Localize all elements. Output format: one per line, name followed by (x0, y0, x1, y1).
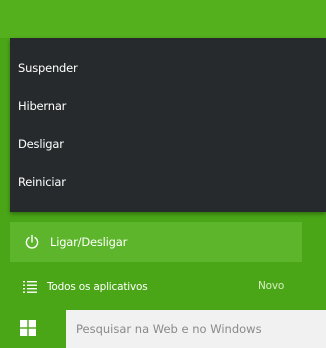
list-icon (22, 279, 38, 295)
power-button[interactable]: Ligar/Desligar (10, 222, 302, 262)
menu-item-label: Reiniciar (18, 175, 66, 189)
power-options-menu: Suspender Hibernar Desligar Reiniciar (10, 38, 326, 212)
power-button-label: Ligar/Desligar (50, 235, 128, 249)
start-menu-top-area (0, 0, 326, 38)
menu-item-label: Hibernar (18, 99, 67, 113)
all-apps-label: Todos os aplicativos (47, 281, 148, 293)
menu-item-reiniciar[interactable]: Reiniciar (10, 164, 326, 200)
windows-logo-icon (20, 320, 36, 340)
power-icon (24, 234, 40, 250)
menu-item-suspender[interactable]: Suspender (10, 50, 326, 86)
search-box[interactable] (66, 310, 326, 348)
menu-item-desligar[interactable]: Desligar (10, 126, 326, 162)
start-button[interactable] (20, 320, 36, 336)
all-apps-button[interactable]: Todos os aplicativos Novo (10, 272, 302, 302)
menu-item-hibernar[interactable]: Hibernar (10, 88, 326, 124)
search-input[interactable] (76, 322, 326, 336)
menu-item-label: Suspender (18, 61, 78, 75)
new-badge: Novo (258, 280, 285, 292)
menu-item-label: Desligar (18, 137, 64, 151)
